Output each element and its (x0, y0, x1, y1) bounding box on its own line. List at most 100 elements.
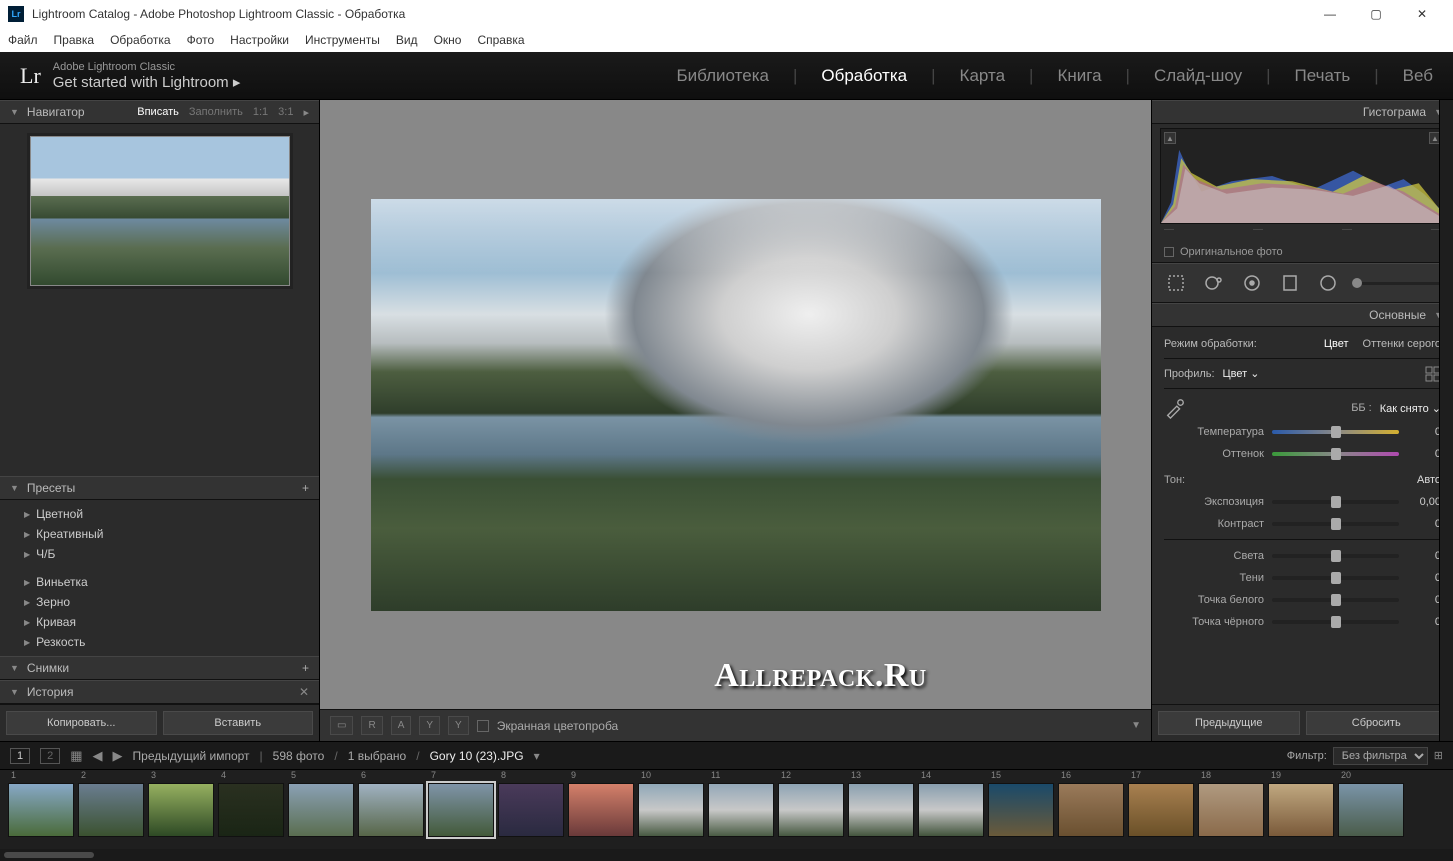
filmstrip-thumbnail[interactable]: 10 (638, 783, 704, 837)
filmstrip-thumbnail[interactable]: 8 (498, 783, 564, 837)
before-after-y1-button[interactable]: Y (419, 716, 440, 735)
filmstrip-thumbnail[interactable]: 11 (708, 783, 774, 837)
menu-item[interactable]: Инструменты (305, 33, 380, 47)
menu-item[interactable]: Справка (477, 33, 524, 47)
histogram[interactable]: ▲ ▲ (1160, 128, 1445, 224)
zoom-option[interactable]: Вписать (137, 106, 179, 119)
blacks-slider[interactable] (1272, 620, 1399, 624)
before-after-y2-button[interactable]: Y (448, 716, 469, 735)
loupe-view-button[interactable]: ▭ (330, 716, 353, 735)
auto-tone-button[interactable]: Авто (1417, 474, 1441, 486)
menu-item[interactable]: Вид (396, 33, 418, 47)
zoom-more-icon[interactable]: ▸ (303, 106, 309, 119)
before-after-r-button[interactable]: R (361, 716, 382, 735)
shadows-value[interactable]: 0 (1407, 572, 1441, 584)
copy-settings-button[interactable]: Копировать... (6, 711, 157, 735)
temperature-slider[interactable] (1272, 430, 1399, 434)
menu-item[interactable]: Файл (8, 33, 38, 47)
contrast-slider[interactable] (1272, 522, 1399, 526)
filmstrip-thumbnail[interactable]: 16 (1058, 783, 1124, 837)
histogram-header[interactable]: Гистограма ▼ (1152, 100, 1453, 124)
filmstrip-thumbnail[interactable]: 19 (1268, 783, 1334, 837)
filmstrip-scrollbar[interactable] (0, 849, 1453, 861)
previous-button[interactable]: Предыдущие (1158, 711, 1300, 735)
presets-header[interactable]: ▼ Пресеты + (0, 476, 319, 500)
basic-header[interactable]: Основные ▼ (1152, 303, 1453, 327)
reset-button[interactable]: Сбросить (1306, 711, 1448, 735)
softproof-checkbox[interactable] (477, 720, 489, 732)
wb-dropdown[interactable]: Как снято ⌄ (1380, 402, 1441, 415)
nav-forward-icon[interactable]: ▶ (113, 748, 123, 764)
right-scrollbar[interactable] (1439, 100, 1453, 741)
add-snapshot-button[interactable]: + (302, 661, 309, 675)
module-tab[interactable]: Библиотека (677, 66, 769, 86)
menu-item[interactable]: Окно (434, 33, 462, 47)
maximize-button[interactable]: ▢ (1353, 0, 1399, 28)
filmstrip-thumbnail[interactable]: 12 (778, 783, 844, 837)
filmstrip-thumbnail[interactable]: 4 (218, 783, 284, 837)
module-tab[interactable]: Веб (1403, 66, 1433, 86)
filmstrip-thumbnail[interactable]: 17 (1128, 783, 1194, 837)
radial-tool[interactable] (1314, 269, 1342, 297)
module-tab[interactable]: Печать (1295, 66, 1351, 86)
menu-item[interactable]: Правка (54, 33, 95, 47)
filmstrip-thumbnail[interactable]: 13 (848, 783, 914, 837)
exposure-value[interactable]: 0,00 (1407, 496, 1441, 508)
crop-tool[interactable] (1162, 269, 1190, 297)
temperature-value[interactable]: 0 (1407, 426, 1441, 438)
navigator-thumbnail[interactable] (30, 136, 290, 286)
preset-group[interactable]: ▶Виньетка (0, 572, 319, 592)
spot-removal-tool[interactable] (1200, 269, 1228, 297)
filter-lock-icon[interactable]: ⊞ (1434, 749, 1443, 762)
nav-back-icon[interactable]: ◀ (93, 748, 103, 764)
module-tab[interactable]: Карта (960, 66, 1006, 86)
gradient-tool[interactable] (1276, 269, 1304, 297)
filmstrip-thumbnail[interactable]: 1 (8, 783, 74, 837)
preset-group[interactable]: ▶Зерно (0, 592, 319, 612)
filmstrip-thumbnail[interactable]: 15 (988, 783, 1054, 837)
treatment-bw[interactable]: Оттенки серого (1363, 338, 1441, 350)
blacks-value[interactable]: 0 (1407, 616, 1441, 628)
preset-group[interactable]: ▶Ч/Б (0, 544, 319, 564)
filmstrip-thumbnail[interactable]: 18 (1198, 783, 1264, 837)
zoom-option[interactable]: 1:1 (253, 106, 268, 119)
minimize-button[interactable]: — (1307, 0, 1353, 28)
whites-slider[interactable] (1272, 598, 1399, 602)
whites-value[interactable]: 0 (1407, 594, 1441, 606)
profile-dropdown[interactable]: Цвет ⌄ (1223, 367, 1260, 380)
paste-settings-button[interactable]: Вставить (163, 711, 314, 735)
preset-group[interactable]: ▶Резкость (0, 632, 319, 652)
filmstrip-thumbnail[interactable]: 20 (1338, 783, 1404, 837)
second-window-button[interactable]: 2 (40, 748, 60, 764)
mask-amount-slider[interactable] (1352, 282, 1443, 285)
module-tab[interactable]: Книга (1057, 66, 1101, 86)
toolbar-menu-button[interactable]: ▼ (1131, 720, 1141, 731)
before-after-a-button[interactable]: A (391, 716, 412, 735)
filmstrip-thumbnail[interactable]: 7 (428, 783, 494, 837)
wb-eyedropper-icon[interactable] (1164, 397, 1186, 419)
redeye-tool[interactable] (1238, 269, 1266, 297)
module-tab[interactable]: Обработка (821, 66, 907, 86)
tint-value[interactable]: 0 (1407, 448, 1441, 460)
shadow-clipping-icon[interactable]: ▲ (1164, 132, 1176, 144)
filmstrip-thumbnail[interactable]: 9 (568, 783, 634, 837)
preset-group[interactable]: ▶Креативный (0, 524, 319, 544)
module-tab[interactable]: Слайд-шоу (1154, 66, 1242, 86)
clear-history-button[interactable]: ✕ (299, 685, 309, 699)
menu-item[interactable]: Настройки (230, 33, 289, 47)
tint-slider[interactable] (1272, 452, 1399, 456)
contrast-value[interactable]: 0 (1407, 518, 1441, 530)
exposure-slider[interactable] (1272, 500, 1399, 504)
grid-view-icon[interactable]: ▦ (70, 748, 82, 764)
filmstrip-thumbnail[interactable]: 2 (78, 783, 144, 837)
filter-dropdown[interactable]: Без фильтра (1333, 747, 1428, 765)
current-filename[interactable]: Gory 10 (23).JPG (430, 749, 524, 763)
treatment-color[interactable]: Цвет (1324, 338, 1349, 350)
filmstrip-thumbnail[interactable]: 3 (148, 783, 214, 837)
loupe-view[interactable]: Allrepack.Ru (320, 100, 1151, 709)
filmstrip[interactable]: 1234567891011121314151617181920 (0, 769, 1453, 849)
identity-line2[interactable]: Get started with Lightroom ▸ (53, 73, 241, 91)
zoom-option[interactable]: Заполнить (189, 106, 243, 119)
filmstrip-thumbnail[interactable]: 14 (918, 783, 984, 837)
highlights-slider[interactable] (1272, 554, 1399, 558)
